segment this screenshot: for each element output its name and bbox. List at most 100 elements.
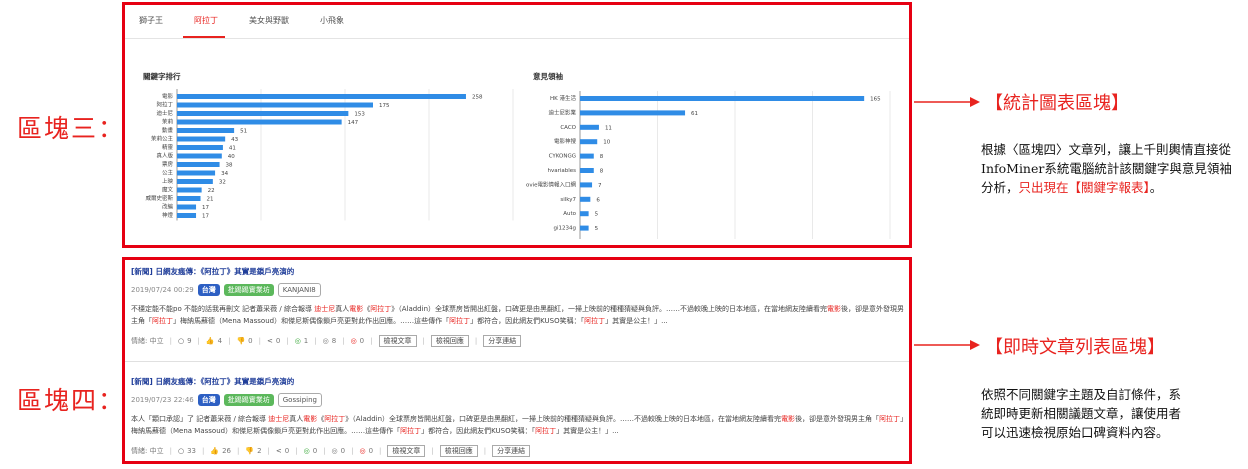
keyword-highlight: 阿拉丁 <box>324 415 346 423</box>
stat-divider: | <box>323 447 326 455</box>
arrow-icon <box>914 97 980 107</box>
value-label: 175 <box>379 103 390 109</box>
stat-divider: | <box>267 447 270 455</box>
article-list-block: [新聞] 日網友瘋傳：《阿拉丁》其實是鎖戶亮演的 2019/07/24 00:29… <box>122 257 912 464</box>
stat-divider: | <box>379 447 382 455</box>
stat-divider: | <box>258 337 261 345</box>
shares-count: 0 <box>275 337 281 345</box>
bar <box>177 213 197 218</box>
section-three-label: 區塊三： <box>17 114 126 143</box>
snippet-text: 」梅納馬蘇德（Mena Massoud）和傑尼斯偶像鎖戶亮更對此作出回應。……這… <box>173 317 450 325</box>
source-tag[interactable]: 批踢踢實業坊 <box>223 394 274 406</box>
view-replies-button[interactable]: 檢視回應 <box>430 335 469 347</box>
source-tag[interactable]: 批踢踢實業坊 <box>223 284 274 296</box>
dislikes-count: 0 <box>248 337 253 345</box>
value-label: 153 <box>354 112 365 118</box>
article-title-link[interactable]: [新聞] 日網友瘋傳：《阿拉丁》其實是鎖戶亮演的 <box>131 376 909 388</box>
negative-count: 0 <box>368 447 374 455</box>
view-replies-button[interactable]: 檢視回應 <box>439 445 478 457</box>
divider <box>125 361 909 362</box>
tab-dumbo[interactable]: 小飛象 <box>320 15 344 26</box>
tab-beauty-beast[interactable]: 美女與野獸 <box>249 15 289 26</box>
list-callout-desc: 依照不同關鍵字主題及自訂條件，系統即時更新相關議題文章，讓使用者可以迅速檢視原始… <box>981 387 1182 440</box>
negative-icon: ◎ <box>350 337 357 345</box>
shares-count: 0 <box>284 447 290 455</box>
views-count: 9 <box>187 337 192 345</box>
category-label: 公主 <box>162 169 174 177</box>
category-label: 真人版 <box>156 152 173 160</box>
arrow-icon <box>914 340 980 350</box>
bar <box>177 204 197 210</box>
category-label: 上映 <box>162 177 174 185</box>
tab-aladdin[interactable]: 阿拉丁 <box>194 15 218 26</box>
category-label: CYKONGG <box>549 154 576 160</box>
neutral-count: 8 <box>331 337 337 345</box>
positive-icon: ◎ <box>294 337 301 345</box>
snippet-text: 》（Aladdin）全球票房皆開出紅盤，口碑更是由黑翻紅，一掃上映前的種種猜疑與… <box>345 415 782 423</box>
bar <box>177 128 235 133</box>
region-tag[interactable]: 台灣 <box>197 284 220 296</box>
bar <box>580 168 594 173</box>
region-tag[interactable]: 台灣 <box>197 394 220 406</box>
category-label: 精靈 <box>162 143 174 151</box>
article-title-link[interactable]: [新聞] 日網友瘋傳：《阿拉丁》其實是鎖戶亮演的 <box>131 266 909 278</box>
category-label: HK 港生活 <box>550 94 576 102</box>
share-link-button[interactable]: 分享連結 <box>492 445 531 457</box>
snippet-text: 」都符合，因此網友們KUSO笑稱：「 <box>421 427 536 435</box>
section-four-label: 區塊四： <box>17 386 126 415</box>
view-article-button[interactable]: 檢視文章 <box>387 445 426 457</box>
snippet-text: 」都符合，因此網友們KUSO笑稱：「 <box>470 317 585 325</box>
view-article-button[interactable]: 檢視文章 <box>378 335 417 347</box>
stat-divider: | <box>351 447 354 455</box>
like-icon: 👍 <box>205 337 215 345</box>
value-label: 5 <box>595 212 599 218</box>
bar <box>177 196 201 201</box>
value-label: 165 <box>870 97 881 103</box>
value-label: 22 <box>208 188 215 194</box>
bar <box>177 170 216 176</box>
board-tag[interactable]: Gossiping <box>277 393 322 407</box>
article-snippet: 本人「顆口承認」了 記者蕭采薇 / 綜合報導 迪士尼真人電影《阿拉丁》（Alad… <box>131 413 906 437</box>
snippet-text: 後，卻是意外發現男主角「 <box>795 415 880 423</box>
bar <box>580 139 598 145</box>
bar <box>177 102 373 108</box>
board-tag[interactable]: KANJANI8 <box>277 283 321 297</box>
category-label: 電影 <box>162 92 174 100</box>
category-label: silky7 <box>560 197 576 203</box>
snippet-text: 」其實是公主！」... <box>556 427 619 435</box>
share-link-button[interactable]: 分享連結 <box>483 335 522 347</box>
tab-lion-king[interactable]: 獅子王 <box>139 15 163 26</box>
dislike-icon: 👎 <box>236 337 246 345</box>
dislike-icon: 👎 <box>245 447 255 455</box>
stat-divider: | <box>197 337 200 345</box>
positive-icon: ◎ <box>303 447 310 455</box>
value-label: 11 <box>605 125 612 131</box>
callout-text-segment: 只出現在【關鍵字報表】 <box>1018 180 1150 195</box>
stat-divider: | <box>169 447 172 455</box>
category-label: gi1234g <box>553 226 576 232</box>
bar <box>177 94 466 99</box>
category-label: 迪士尼 <box>156 109 173 117</box>
value-label: 17 <box>202 205 209 211</box>
positive-count: 0 <box>312 447 318 455</box>
stat-divider: | <box>342 337 345 345</box>
leader-chart-title: 意見領袖 <box>533 72 563 81</box>
value-label: 6 <box>596 197 600 203</box>
value-label: 7 <box>598 183 602 189</box>
article-stats: 情緒: 中立 | ○ 9 | 👍 4 | 👎 0 | <0 | ◎ 1 | ◎ 8 | ◎ 0 | 檢視文章 | 檢視回應 | 分享… <box>131 335 909 347</box>
category-label: 票房 <box>162 160 174 168</box>
keyword-highlight: 阿拉丁 <box>370 305 392 313</box>
neutral-icon: ◎ <box>322 337 329 345</box>
opinion-leader-chart: HK 港生活 165 迪士尼影業 61 CACO 11 電影神搜 10 CYKONGG 8 hvar… <box>526 91 891 239</box>
keyword-highlight: 阿拉丁 <box>535 427 557 435</box>
value-label: 38 <box>226 163 233 169</box>
value-label: 8 <box>600 169 604 175</box>
bar <box>580 153 594 159</box>
category-label: 電影神搜 <box>554 137 577 145</box>
keyword-highlight: 電影 <box>303 415 318 423</box>
category-label: 茉莉公主 <box>151 135 174 143</box>
positive-count: 1 <box>303 337 309 345</box>
value-label: 34 <box>221 171 228 177</box>
bar <box>580 110 686 116</box>
bar <box>177 111 349 116</box>
